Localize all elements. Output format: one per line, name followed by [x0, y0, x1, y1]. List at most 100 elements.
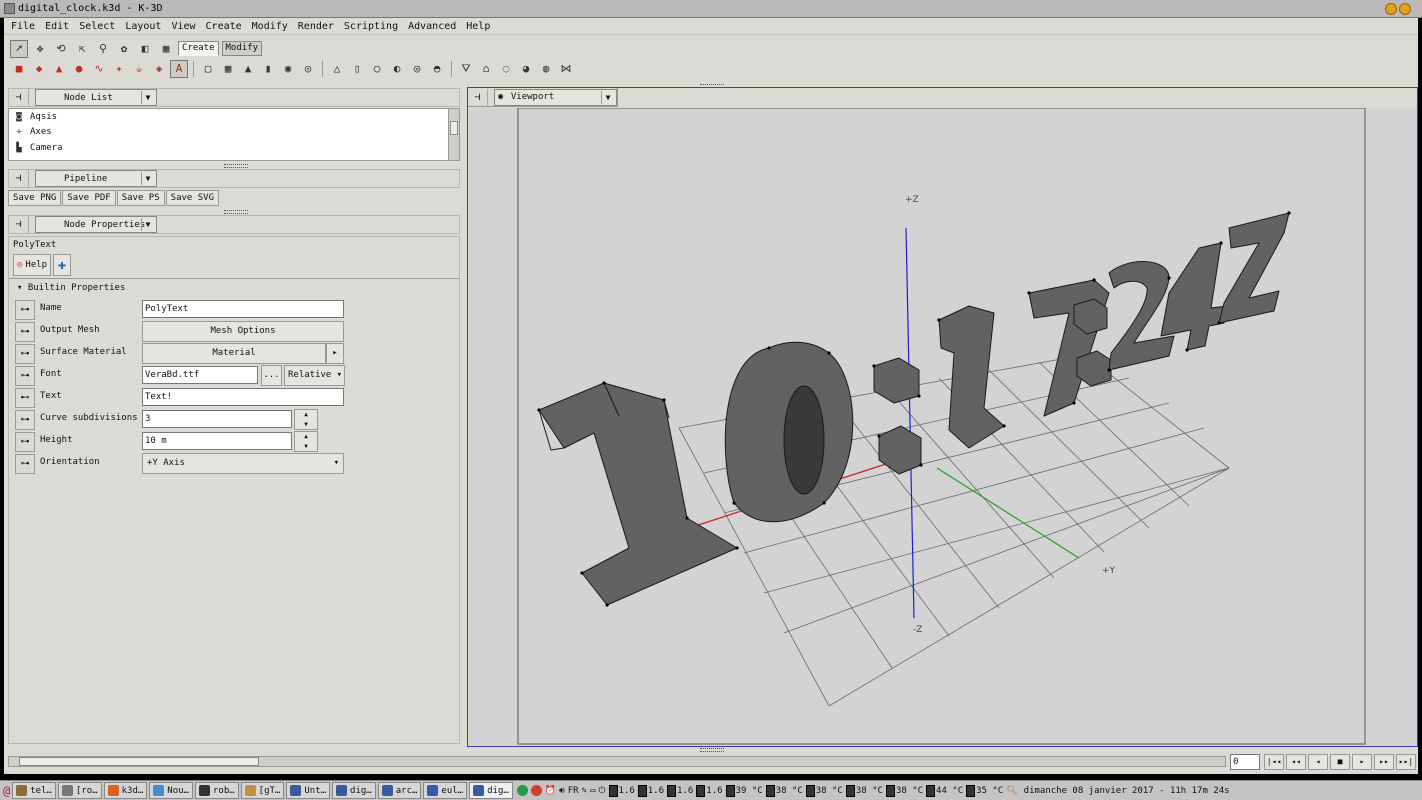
- menu-view[interactable]: View: [171, 21, 195, 32]
- pin-icon[interactable]: ⊣: [468, 88, 488, 106]
- pin-icon[interactable]: ⊣: [9, 89, 29, 106]
- save-svg-button[interactable]: Save SVG: [165, 190, 220, 206]
- create-bolt-icon[interactable]: ✦: [110, 60, 128, 78]
- rotate-tool-icon[interactable]: ⟲: [52, 40, 70, 58]
- create-mesh-icon[interactable]: ◆: [30, 60, 48, 78]
- nurbs-sphere-icon[interactable]: ◕: [517, 60, 535, 78]
- add-property-button[interactable]: ✚: [53, 254, 72, 276]
- create-grid-icon[interactable]: ▦: [219, 60, 237, 78]
- taskbar-clock[interactable]: dimanche 08 janvier 2017 - 11h 17m 24s: [1024, 786, 1230, 796]
- menu-help[interactable]: Help: [466, 21, 490, 32]
- create-curve-icon[interactable]: ∿: [90, 60, 108, 78]
- font-path-field[interactable]: VeraBd.ttf: [142, 366, 258, 384]
- create-cube-icon[interactable]: ■: [10, 60, 28, 78]
- search-icon[interactable]: 🔍︎: [1006, 786, 1017, 796]
- connect-plug-icon[interactable]: ⊶: [15, 344, 35, 364]
- menu-scripting[interactable]: Scripting: [344, 21, 398, 32]
- connect-plug-icon[interactable]: ⊶: [15, 366, 35, 386]
- height-stepper[interactable]: ▲ ▼: [294, 431, 318, 452]
- menu-modify[interactable]: Modify: [252, 21, 288, 32]
- quadric-paraboloid-icon[interactable]: ◎: [408, 60, 426, 78]
- create-sphere-icon[interactable]: ●: [70, 60, 88, 78]
- node-list-scrollbar[interactable]: [448, 109, 459, 160]
- play-reverse-button[interactable]: ◂: [1308, 754, 1328, 770]
- paint-tool-icon[interactable]: ✿: [115, 40, 133, 58]
- nurbs-torus-icon[interactable]: ◍: [537, 60, 555, 78]
- battery-icon[interactable]: ▭: [590, 786, 595, 796]
- close-button[interactable]: [1399, 3, 1411, 15]
- orientation-combo[interactable]: +Y Axis ▾: [142, 453, 344, 474]
- connect-plug-icon[interactable]: ⊶: [15, 454, 35, 474]
- create-poly-icon[interactable]: ▲: [50, 60, 68, 78]
- taskbar-item[interactable]: tel…: [12, 782, 56, 799]
- go-to-end-button[interactable]: ▸▸|: [1396, 754, 1416, 770]
- taskbar-item[interactable]: rob…: [194, 782, 239, 799]
- volume-icon[interactable]: 🔊︎: [559, 786, 565, 796]
- paste-icon[interactable]: ✎: [582, 786, 587, 796]
- stop-button[interactable]: ■: [1330, 754, 1350, 770]
- connect-plug-icon[interactable]: ⊶: [15, 322, 35, 342]
- tab-create[interactable]: Create: [178, 41, 219, 56]
- play-button[interactable]: ▸: [1352, 754, 1372, 770]
- camera-create-icon[interactable]: ⌂: [477, 60, 495, 78]
- text-field[interactable]: Text!: [142, 388, 344, 406]
- clock-tray-icon[interactable]: ⏰: [545, 786, 556, 796]
- quadric-hyperboloid-icon[interactable]: ◐: [388, 60, 406, 78]
- list-item[interactable]: ▙ Camera: [9, 140, 459, 156]
- chrome-tray-icon[interactable]: [530, 785, 542, 796]
- browse-font-button[interactable]: ...: [261, 365, 282, 386]
- taskbar-item[interactable]: k3d…: [103, 782, 148, 799]
- panel-type-combo[interactable]: Pipeline ▼: [35, 170, 157, 187]
- taskbar-item[interactable]: dig…: [332, 782, 376, 799]
- quadric-cylinder-icon[interactable]: ▯: [348, 60, 366, 78]
- create-torus-icon[interactable]: ◎: [299, 60, 317, 78]
- tab-modify[interactable]: Modify: [221, 41, 263, 56]
- network-icon[interactable]: [516, 785, 528, 796]
- connect-plug-icon[interactable]: ⊶: [15, 410, 35, 430]
- connect-plug-icon[interactable]: ⊷: [15, 388, 35, 408]
- menu-advanced[interactable]: Advanced: [408, 21, 456, 32]
- create-quadrics-icon[interactable]: ◈: [150, 60, 168, 78]
- create-text-icon[interactable]: A: [170, 59, 188, 78]
- debian-menu-icon[interactable]: @: [3, 784, 10, 798]
- save-pdf-button[interactable]: Save PDF: [62, 190, 116, 206]
- taskbar-item-active[interactable]: dig…: [469, 782, 513, 799]
- curve-subdivisions-field[interactable]: 3: [142, 410, 292, 428]
- pane-grip[interactable]: [700, 748, 724, 752]
- list-item[interactable]: ✛ Axes: [9, 125, 459, 141]
- frame-number-field[interactable]: 0: [1230, 754, 1260, 770]
- quadric-sphere-icon[interactable]: ◓: [428, 60, 446, 78]
- go-to-start-button[interactable]: |◂◂: [1264, 754, 1284, 770]
- move-tool-icon[interactable]: ✥: [31, 40, 49, 58]
- taskbar-item[interactable]: Nou…: [149, 782, 193, 799]
- rewind-button[interactable]: ◂◂: [1286, 754, 1306, 770]
- material-menu-button[interactable]: ▸: [326, 343, 344, 364]
- save-png-button[interactable]: Save PNG: [8, 190, 62, 206]
- path-mode-combo[interactable]: Relative ▾: [284, 365, 345, 386]
- scale-tool-icon[interactable]: ⇱: [73, 40, 91, 58]
- taskbar-item[interactable]: [gT…: [240, 782, 285, 799]
- polytext-mesh[interactable]: [538, 212, 1290, 606]
- create-cone-icon[interactable]: ▲: [239, 60, 257, 78]
- snap-tool-icon[interactable]: ⚲: [94, 40, 112, 58]
- taskbar-item[interactable]: arc…: [377, 782, 422, 799]
- create-teapot-icon[interactable]: ☕: [130, 60, 148, 78]
- quadric-cone-icon[interactable]: △: [328, 60, 346, 78]
- list-item[interactable]: ◙ Aqsis: [9, 109, 459, 125]
- create-cylinder-icon[interactable]: ▮: [259, 60, 277, 78]
- height-field[interactable]: 10 m: [142, 432, 292, 450]
- connect-plug-icon[interactable]: ⊶: [15, 432, 35, 452]
- connect-plug-icon[interactable]: ⊶: [15, 300, 35, 320]
- nurbs-patch-icon[interactable]: ⋈: [557, 60, 575, 78]
- quadric-disk-icon[interactable]: ○: [368, 60, 386, 78]
- curve-subdivisions-stepper[interactable]: ▲ ▼: [294, 409, 318, 430]
- nurbs-circle-icon[interactable]: ◌: [497, 60, 515, 78]
- pin-icon[interactable]: ⊣: [9, 170, 29, 187]
- render-animation-icon[interactable]: ▦: [157, 40, 175, 58]
- viewport-3d-canvas[interactable]: +Z -Z +Y: [469, 108, 1417, 746]
- menu-edit[interactable]: Edit: [45, 21, 69, 32]
- help-button[interactable]: ◎ Help: [13, 254, 52, 276]
- panel-type-combo[interactable]: Node Properties ▼: [35, 216, 157, 233]
- render-frame-icon[interactable]: ◧: [136, 40, 154, 58]
- pin-icon[interactable]: ⊣: [9, 216, 29, 233]
